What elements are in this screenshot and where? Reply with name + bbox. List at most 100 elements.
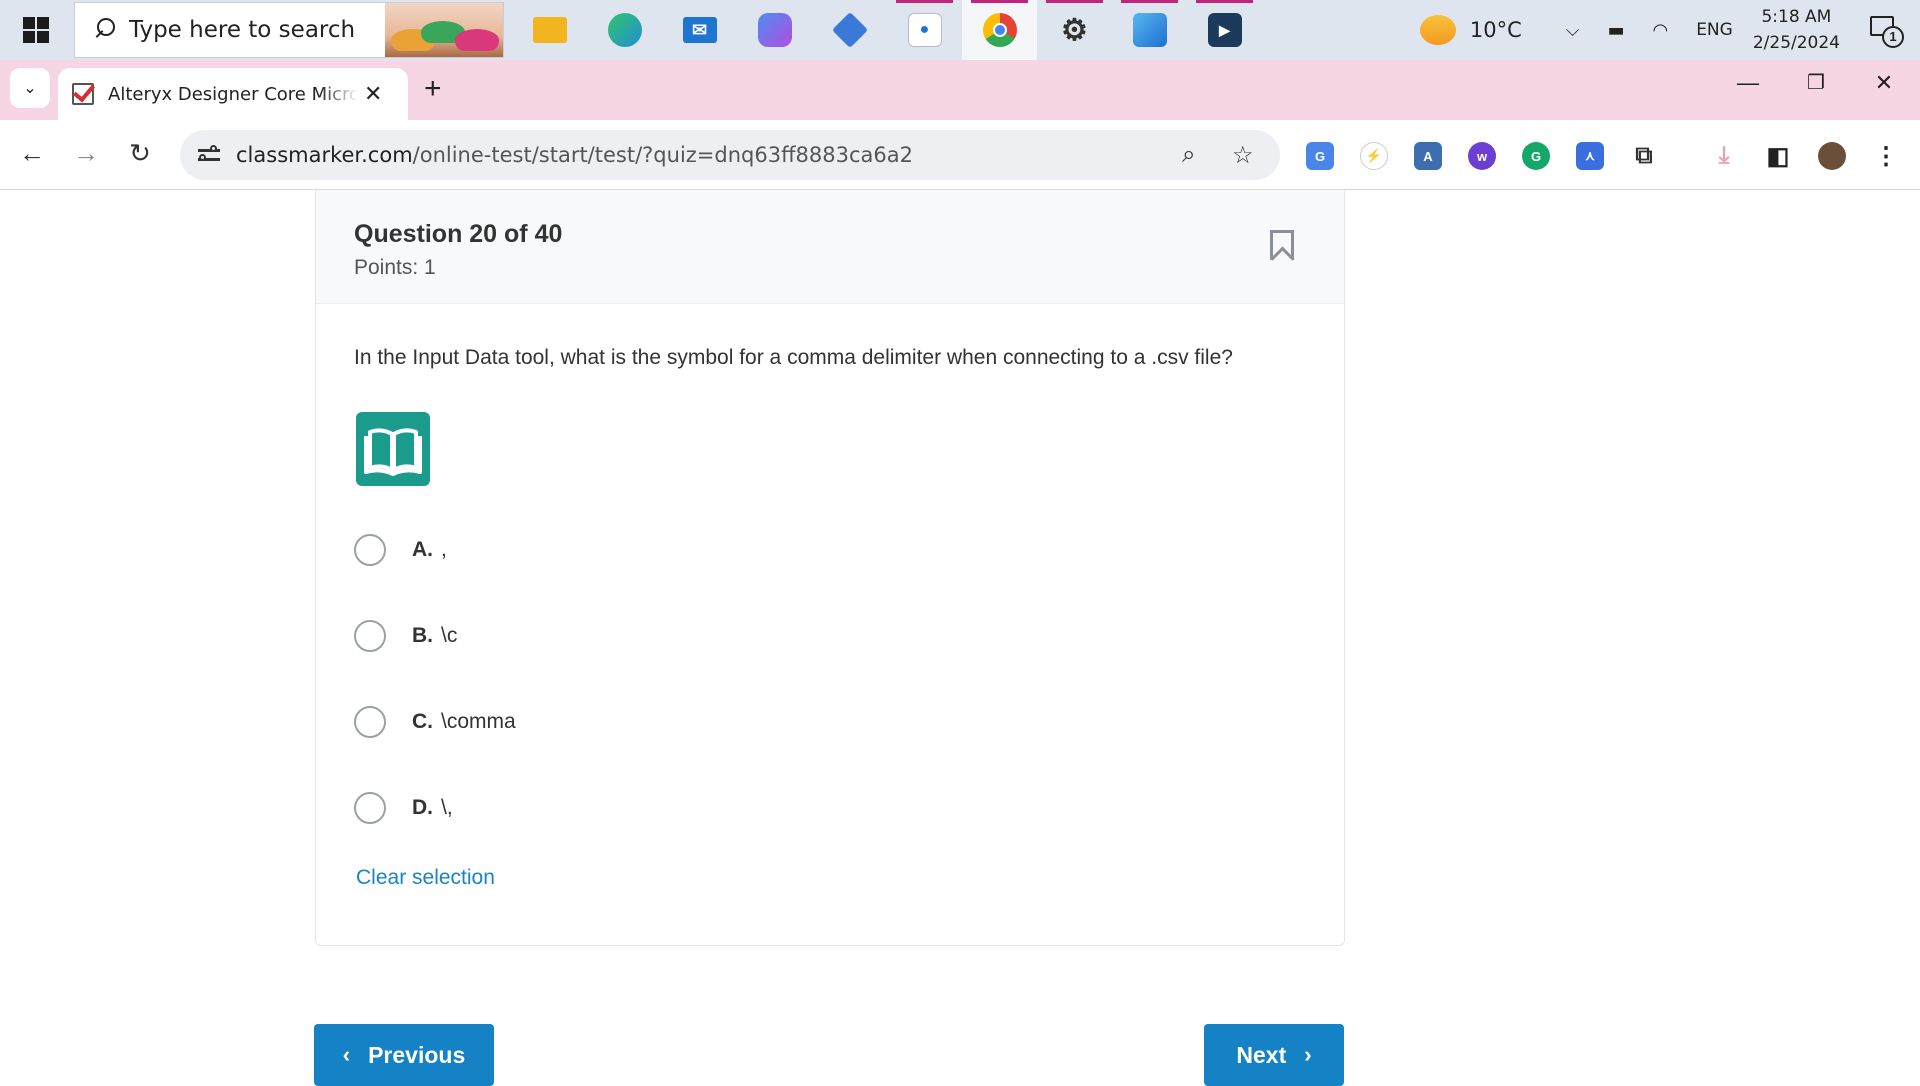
taskbar-copilot[interactable] — [737, 0, 812, 60]
clock[interactable]: 5:18 AM 2/25/2024 — [1753, 4, 1840, 56]
question-text: In the Input Data tool, what is the symb… — [354, 346, 1233, 369]
taskbar-azure[interactable] — [812, 0, 887, 60]
question-points: Points: 1 — [354, 256, 436, 279]
browser-menu-icon[interactable]: ⋮ — [1872, 142, 1900, 170]
file-explorer-icon — [532, 17, 567, 43]
chevron-right-icon: › — [1304, 1042, 1312, 1067]
previous-button[interactable]: ‹ Previous — [314, 1024, 494, 1086]
bookmark-icon[interactable] — [1270, 230, 1294, 260]
mail-icon: ✉ — [682, 17, 717, 43]
chevron-left-icon: ‹ — [342, 1042, 351, 1067]
url-text: classmarker.com/online-test/start/test/?… — [236, 143, 913, 167]
taskbar-chrome[interactable] — [962, 0, 1037, 60]
radio-button[interactable] — [354, 706, 386, 738]
answer-option-d[interactable]: D. \, — [354, 792, 453, 824]
weather-sun-icon — [1419, 15, 1456, 45]
chevron-up-icon[interactable]: ⌵ — [1566, 20, 1580, 41]
settings-icon: ⚙ — [1061, 13, 1088, 47]
back-button[interactable]: ← — [14, 138, 50, 169]
answer-option-b[interactable]: B. \c — [354, 620, 457, 652]
zoom-icon[interactable]: ⌕ — [1182, 141, 1195, 169]
new-tab-button[interactable]: + — [424, 72, 442, 106]
taskbar-search[interactable]: Type here to search — [74, 2, 504, 58]
previous-label: Previous — [368, 1041, 466, 1068]
photos-icon — [1132, 13, 1167, 47]
clock-time: 5:18 AM — [1761, 7, 1832, 27]
edge-icon — [607, 13, 642, 47]
extension-network-icon[interactable]: ⋏ — [1576, 142, 1604, 170]
option-letter: D. — [412, 796, 433, 819]
search-icon — [91, 16, 119, 44]
extension-purple-icon[interactable]: w — [1468, 142, 1496, 170]
notification-center-button[interactable]: 1 — [1866, 10, 1906, 50]
radio-button[interactable] — [354, 620, 386, 652]
answer-option-a[interactable]: A. , — [354, 534, 447, 566]
bookmark-star-icon[interactable]: ☆ — [1232, 141, 1254, 170]
next-button[interactable]: Next › — [1204, 1024, 1344, 1086]
language-indicator[interactable]: ENG — [1696, 20, 1733, 40]
chevron-down-icon: ⌄ — [23, 80, 37, 97]
extension-lightning-icon[interactable]: ⚡ — [1360, 142, 1388, 170]
option-text: \c — [441, 624, 458, 647]
option-text: , — [441, 538, 447, 561]
option-letter: C. — [412, 710, 433, 733]
forward-button[interactable]: → — [68, 138, 104, 169]
option-letter: B. — [412, 624, 433, 647]
copilot-icon — [757, 13, 792, 47]
profile-avatar[interactable] — [1818, 142, 1846, 170]
extensions-puzzle-icon[interactable]: ⧉ — [1630, 142, 1658, 170]
tab-title: Alteryx Designer Core Micro-Credential — [108, 83, 358, 105]
checkbox-favicon-icon — [72, 83, 94, 105]
taskbar-mail[interactable]: ✉ — [662, 0, 737, 60]
weather-widget[interactable]: 10°C — [1419, 15, 1522, 45]
azure-icon — [831, 11, 868, 49]
radio-button[interactable] — [354, 534, 386, 566]
url-domain: classmarker.com — [236, 143, 413, 167]
taskbar: Type here to search ✉ ● ⚙ ▶ 10°C ⌵ ▬ ◠ E… — [0, 0, 1920, 60]
contacts-icon: ● — [907, 13, 942, 47]
taskbar-settings[interactable]: ⚙ — [1037, 0, 1112, 60]
address-bar[interactable]: classmarker.com/online-test/start/test/?… — [180, 130, 1280, 180]
taskbar-edge[interactable] — [587, 0, 662, 60]
browser-tab-strip: ⌄ Alteryx Designer Core Micro-Credential… — [0, 60, 1920, 120]
taskbar-media-player[interactable]: ▶ — [1187, 0, 1262, 60]
taskbar-apps: ✉ ● ⚙ ▶ — [512, 0, 1262, 60]
grammarly-extension-icon[interactable]: G — [1522, 142, 1550, 170]
side-panel-icon[interactable]: ◧ — [1764, 142, 1792, 170]
browser-toolbar: ← → ↻ classmarker.com/online-test/start/… — [0, 120, 1920, 190]
google-translate-extension-icon[interactable]: G — [1306, 142, 1334, 170]
taskbar-search-placeholder: Type here to search — [129, 17, 356, 43]
close-window-button[interactable]: ✕ — [1864, 70, 1904, 96]
taskbar-file-explorer[interactable] — [512, 0, 587, 60]
notification-count: 1 — [1882, 26, 1904, 48]
system-tray: 10°C ⌵ ▬ ◠ ENG 5:18 AM 2/25/2024 1 — [1419, 0, 1920, 60]
next-label: Next — [1236, 1041, 1287, 1068]
extension-reader-icon[interactable]: A — [1414, 142, 1442, 170]
taskbar-photos[interactable] — [1112, 0, 1187, 60]
start-button[interactable] — [0, 0, 72, 60]
option-text: \, — [441, 796, 453, 819]
reload-button[interactable]: ↻ — [122, 138, 158, 169]
wifi-icon[interactable]: ◠ — [1652, 20, 1668, 41]
tab-close-icon[interactable]: ✕ — [364, 81, 382, 107]
radio-button[interactable] — [354, 792, 386, 824]
minimize-button[interactable]: — — [1728, 70, 1768, 96]
tab-active[interactable]: Alteryx Designer Core Micro-Credential ✕ — [58, 68, 408, 120]
question-card: Question 20 of 40 Points: 1 In the Input… — [315, 190, 1345, 946]
option-letter: A. — [412, 538, 433, 561]
downloads-icon[interactable]: ⤓ — [1710, 142, 1738, 170]
restore-button[interactable]: ❐ — [1796, 70, 1836, 95]
chrome-icon — [982, 13, 1017, 47]
tab-search-button[interactable]: ⌄ — [10, 68, 50, 108]
option-text: \comma — [441, 710, 516, 733]
site-info-icon[interactable] — [196, 141, 224, 169]
question-number: Question 20 of 40 — [354, 220, 563, 248]
clear-selection-link[interactable]: Clear selection — [356, 866, 495, 890]
taskbar-contacts[interactable]: ● — [887, 0, 962, 60]
question-header: Question 20 of 40 Points: 1 — [316, 190, 1344, 304]
answer-option-c[interactable]: C. \comma — [354, 706, 516, 738]
battery-icon[interactable]: ▬ — [1607, 20, 1624, 41]
weather-temperature: 10°C — [1469, 18, 1522, 42]
search-highlight-image — [385, 3, 503, 57]
windows-logo-icon — [23, 17, 49, 43]
